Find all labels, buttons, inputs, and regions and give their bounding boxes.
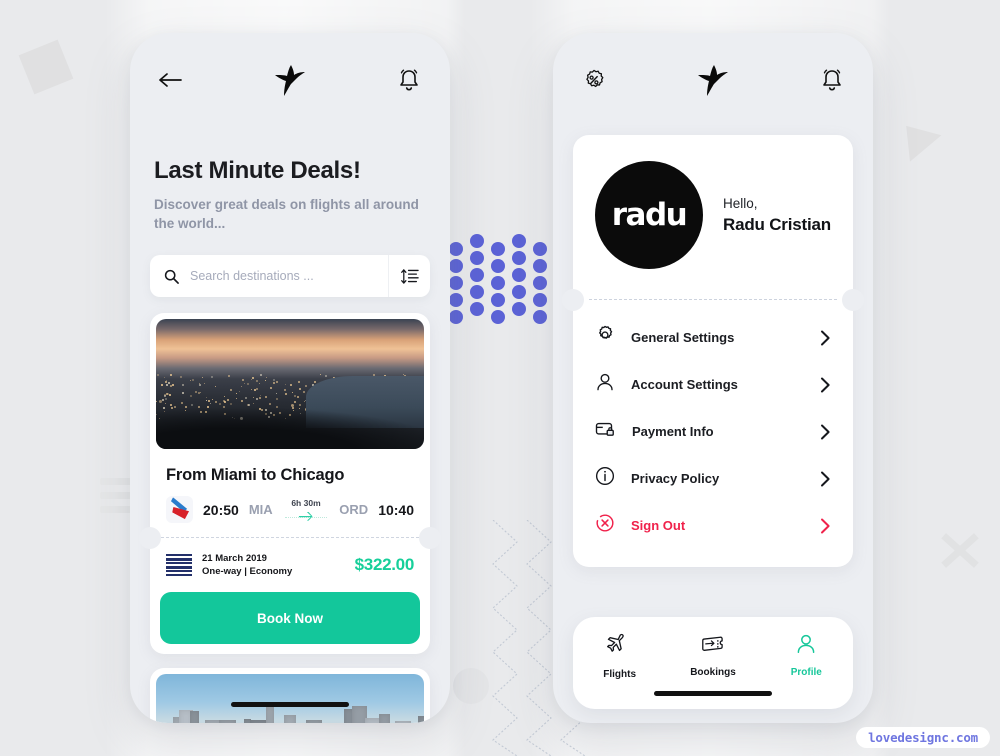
- phone-screen-deals: Last Minute Deals! Discover great deals …: [130, 33, 450, 723]
- left-topbar: [130, 33, 450, 127]
- chevron-right-icon: [820, 424, 831, 440]
- ticket-perforation-divider: [139, 527, 441, 549]
- profile-perforation-divider: [562, 289, 864, 311]
- avatar[interactable]: radu: [595, 161, 703, 269]
- home-indicator: [231, 702, 349, 707]
- book-now-button[interactable]: Book Now: [160, 592, 420, 644]
- menu-item-general-settings[interactable]: General Settings: [573, 314, 853, 361]
- tab-bookings[interactable]: Bookings: [675, 633, 751, 678]
- decorative-square: [18, 39, 74, 95]
- menu-item-label: Privacy Policy: [631, 471, 720, 486]
- bell-icon: [400, 69, 418, 91]
- percent-badge-icon: [586, 69, 604, 88]
- user-name: Radu Cristian: [723, 214, 831, 234]
- discounts-button[interactable]: [577, 63, 611, 97]
- profile-header: radu Hello, Radu Cristian: [573, 135, 853, 299]
- menu-item-privacy-policy[interactable]: Privacy Policy: [573, 455, 853, 502]
- tab-label: Bookings: [690, 667, 736, 678]
- menu-item-payment-info[interactable]: Payment Info: [573, 408, 853, 455]
- arrival-time: 10:40: [378, 501, 414, 518]
- destination-image: [156, 319, 424, 449]
- gear-icon: [595, 325, 615, 350]
- airplane-icon: [298, 509, 313, 524]
- notifications-button[interactable]: [815, 63, 849, 97]
- chevron-right-icon: [820, 471, 831, 487]
- page-title: Last Minute Deals!: [154, 157, 361, 184]
- destination-image-secondary: [156, 674, 424, 723]
- page-subtitle: Discover great deals on flights all arou…: [154, 197, 419, 231]
- tab-flights[interactable]: Flights: [582, 633, 658, 680]
- hummingbird-logo: [690, 60, 736, 100]
- tab-label: Flights: [603, 669, 637, 680]
- chevron-right-icon: [820, 330, 831, 346]
- avatar-label: radu: [611, 197, 688, 233]
- greeting-text: Hello,: [723, 195, 758, 211]
- deal-route-title: From Miami to Chicago: [166, 466, 345, 484]
- arrival-airport-code: ORD: [339, 502, 369, 517]
- barcode-icon: [166, 554, 192, 576]
- info-circle-icon: [595, 466, 615, 491]
- filter-sort-button[interactable]: [388, 255, 430, 297]
- departure-airport-code: MIA: [248, 502, 273, 517]
- profile-card: radu Hello, Radu Cristian General Settin…: [562, 135, 864, 567]
- ticket-icon: [700, 633, 726, 660]
- chevron-right-icon: [820, 377, 831, 393]
- menu-item-label: Payment Info: [632, 424, 714, 439]
- search-bar: Search destinations ...: [150, 255, 430, 297]
- ticket-meta: 21 March 2019 One-way | Economy: [202, 552, 292, 578]
- sign-out-circle-icon: [595, 513, 615, 538]
- search-icon: [164, 269, 179, 284]
- decorative-dot-grid: [449, 234, 547, 324]
- chevron-right-icon: [820, 518, 831, 534]
- greeting-block: Hello, Radu Cristian: [723, 196, 831, 235]
- home-indicator: [654, 691, 772, 696]
- sort-filter-icon: [401, 268, 419, 284]
- search-input[interactable]: Search destinations ...: [190, 269, 314, 283]
- search-input-area[interactable]: Search destinations ...: [150, 269, 388, 284]
- bell-icon: [823, 69, 841, 91]
- user-icon: [795, 633, 817, 660]
- departure-time: 20:50: [203, 501, 239, 518]
- site-watermark: lovedesignc.com: [856, 727, 990, 748]
- airplane-icon: [607, 633, 632, 662]
- user-icon: [595, 372, 615, 397]
- hummingbird-logo: [267, 60, 313, 100]
- tab-profile[interactable]: Profile: [768, 633, 844, 678]
- menu-item-label: Sign Out: [631, 518, 686, 533]
- american-airlines-logo: [166, 496, 193, 523]
- deal-card[interactable]: From Miami to Chicago 20:50 MIA 6h 30m O…: [139, 313, 441, 654]
- menu-item-sign-out[interactable]: Sign Out: [573, 502, 853, 549]
- flight-duration: 6h 30m: [291, 497, 321, 508]
- right-topbar: [553, 33, 873, 127]
- flight-times-row: 20:50 MIA 6h 30m ORD 10:40: [156, 485, 424, 537]
- menu-item-label: Account Settings: [631, 377, 738, 392]
- credit-card-lock-icon: [595, 419, 616, 444]
- flight-price: $322.00: [354, 555, 415, 574]
- menu-item-account-settings[interactable]: Account Settings: [573, 361, 853, 408]
- bottom-tab-bar: Flights Bookings Profile: [573, 617, 853, 709]
- notifications-button[interactable]: [392, 63, 426, 97]
- decorative-cross: [938, 528, 982, 572]
- decorative-circle: [453, 668, 489, 704]
- flight-duration-block: 6h 30m: [283, 498, 330, 522]
- arrow-left-icon: [159, 73, 182, 87]
- tab-label: Profile: [790, 667, 822, 678]
- back-button[interactable]: [154, 63, 188, 97]
- decorative-triangle: [906, 122, 944, 162]
- price-row: 21 March 2019 One-way | Economy $322.00: [156, 538, 424, 592]
- settings-menu: General Settings Account Settings Paymen…: [573, 300, 853, 567]
- menu-item-label: General Settings: [631, 330, 735, 345]
- deal-card-secondary[interactable]: [150, 668, 430, 723]
- phone-screen-profile: radu Hello, Radu Cristian General Settin…: [553, 33, 873, 723]
- flight-date: 21 March 2019: [202, 553, 267, 564]
- flight-class: One-way | Economy: [202, 566, 293, 577]
